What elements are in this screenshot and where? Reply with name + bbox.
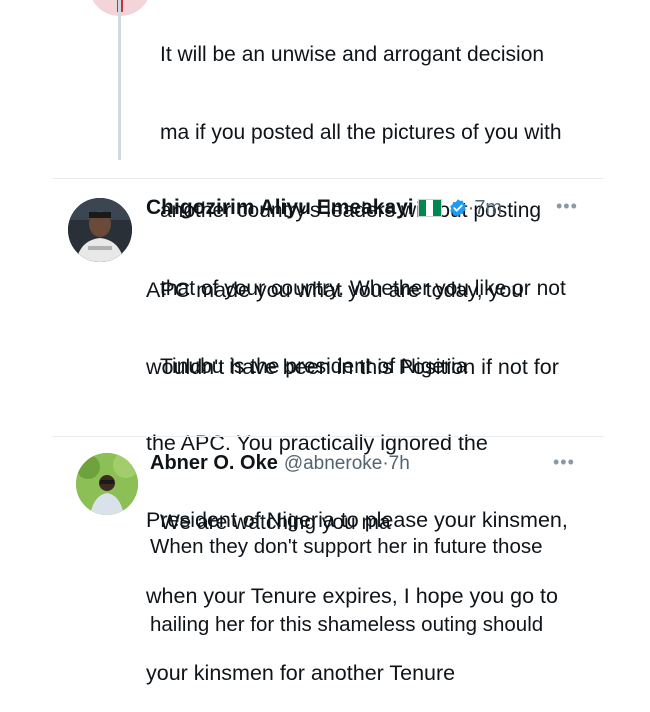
display-name[interactable]: Abner O. Oke	[150, 452, 278, 475]
timestamp[interactable]: 7m	[474, 197, 502, 220]
more-icon[interactable]: •••	[556, 196, 578, 217]
tweet-text-line: ma if you posted all the pictures of you…	[160, 121, 562, 144]
tweet-header: Chigozirim Aliyu Emeakayi · 7m	[146, 196, 502, 220]
tweet-text-line: wouldn't have been in this Position if n…	[146, 354, 559, 379]
nigeria-flag-icon	[417, 199, 442, 217]
display-name[interactable]: Chigozirim Aliyu Emeakayi	[146, 196, 414, 220]
thread-connector-line	[118, 0, 121, 160]
tweet-text-line: It will be an unwise and arrogant decisi…	[160, 43, 545, 66]
tweet-body: When they don't support her in future th…	[150, 482, 620, 664]
tweet-text-line: When they don't support her in future th…	[150, 535, 543, 558]
avatar[interactable]	[68, 198, 132, 262]
avatar-photo	[76, 453, 138, 515]
tweet-text-line: your kinsmen for another Tenure	[146, 660, 456, 685]
verified-badge-icon	[449, 199, 466, 217]
avatar[interactable]	[76, 453, 138, 515]
tweet-text-line: hailing her for this shameless outing sh…	[150, 613, 544, 636]
avatar-photo	[68, 198, 132, 262]
tweet-header: Abner O. Oke @abneroke · 7h	[150, 452, 410, 475]
timestamp[interactable]: 7h	[389, 453, 410, 475]
tweet-divider	[52, 436, 604, 437]
more-icon[interactable]: •••	[553, 452, 575, 473]
user-handle[interactable]: @abneroke	[284, 453, 383, 475]
tweet-divider	[52, 178, 604, 179]
tweet-text-line: APC made you what you are today, you	[146, 278, 524, 302]
separator-dot: ·	[467, 196, 475, 219]
